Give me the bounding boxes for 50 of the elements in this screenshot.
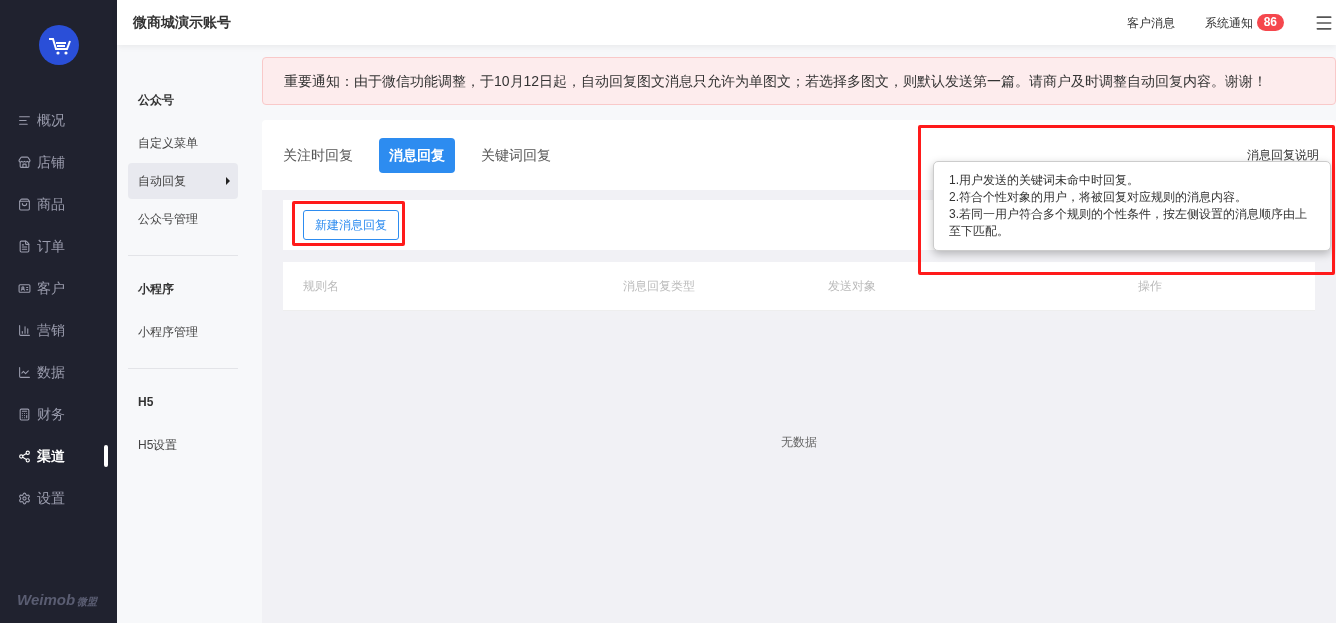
- subnav-item[interactable]: 小程序管理: [128, 314, 238, 350]
- nav-icon: [18, 155, 31, 169]
- brand-logo-text: Weimob: [17, 589, 76, 610]
- count-badge: 86: [1256, 14, 1284, 31]
- nav-item[interactable]: 财务: [0, 393, 117, 435]
- tab[interactable]: 关键词回复: [471, 137, 561, 173]
- nav-icon: [18, 365, 31, 379]
- column-header: 发送对象: [828, 278, 876, 295]
- tab[interactable]: 关注时回复: [273, 137, 363, 173]
- column-header: 消息回复类型: [623, 278, 695, 295]
- tooltip-line: 3.若同一用户符合多个规则的个性条件，按左侧设置的消息顺序由上至下匹配。: [949, 206, 1308, 240]
- nav-item[interactable]: 设置: [0, 477, 117, 519]
- column-header: 规则名: [303, 278, 339, 295]
- header-link[interactable]: 系统通知 86: [1204, 13, 1284, 32]
- nav-icon: [18, 323, 31, 337]
- nav-icon: [18, 407, 31, 421]
- brand-logo-text: 微盟: [77, 595, 98, 609]
- empty-text: 无数据: [781, 434, 817, 451]
- tooltip-line: 1.用户发送的关键词未命中时回复。: [949, 172, 1140, 189]
- subnav-heading: 公众号: [137, 92, 175, 109]
- subnav-heading: H5: [137, 394, 155, 411]
- nav-item[interactable]: 渠道: [0, 435, 117, 477]
- nav-item[interactable]: 订单: [0, 225, 117, 267]
- nav-icon: [18, 113, 31, 127]
- nav-item[interactable]: 商品: [0, 183, 117, 225]
- new-rule-button[interactable]: 新建消息回复: [303, 210, 399, 240]
- nav-icon: [18, 491, 31, 505]
- help-link[interactable]: 消息回复说明: [1247, 146, 1319, 164]
- subnav-item[interactable]: H5设置: [128, 427, 238, 463]
- nav-item[interactable]: 概况: [0, 99, 117, 141]
- nav-item[interactable]: 营销: [0, 309, 117, 351]
- caret-icon: [226, 177, 230, 185]
- subnav-heading: 小程序: [137, 281, 175, 298]
- nav-item[interactable]: 店铺: [0, 141, 117, 183]
- subnav-item[interactable]: 公众号管理: [128, 201, 238, 237]
- nav-item[interactable]: 客户: [0, 267, 117, 309]
- subnav-item[interactable]: 自定义菜单: [128, 125, 238, 161]
- subnav-item[interactable]: 自动回复: [128, 163, 238, 199]
- account-name: 微商城演示账号: [133, 13, 231, 32]
- column-header: 操作: [1138, 278, 1162, 295]
- nav-icon: [18, 281, 31, 295]
- nav-item[interactable]: 数据: [0, 351, 117, 393]
- nav-icon: [18, 449, 31, 463]
- tooltip-line: 2.符合个性对象的用户，将被回复对应规则的消息内容。: [949, 189, 1248, 206]
- nav-icon: [18, 197, 31, 211]
- header-link[interactable]: 客户消息: [1126, 13, 1175, 32]
- cart-logo-icon: [38, 25, 79, 65]
- active-indicator: [104, 445, 108, 467]
- nav-icon: [18, 239, 31, 253]
- notice-text: 重要通知：由于微信功能调整，于10月12日起，自动回复图文消息只允许为单图文；若选择多图文，则默认发送第一篇。请商户及时调整自动回复内容。谢谢！: [284, 71, 1268, 91]
